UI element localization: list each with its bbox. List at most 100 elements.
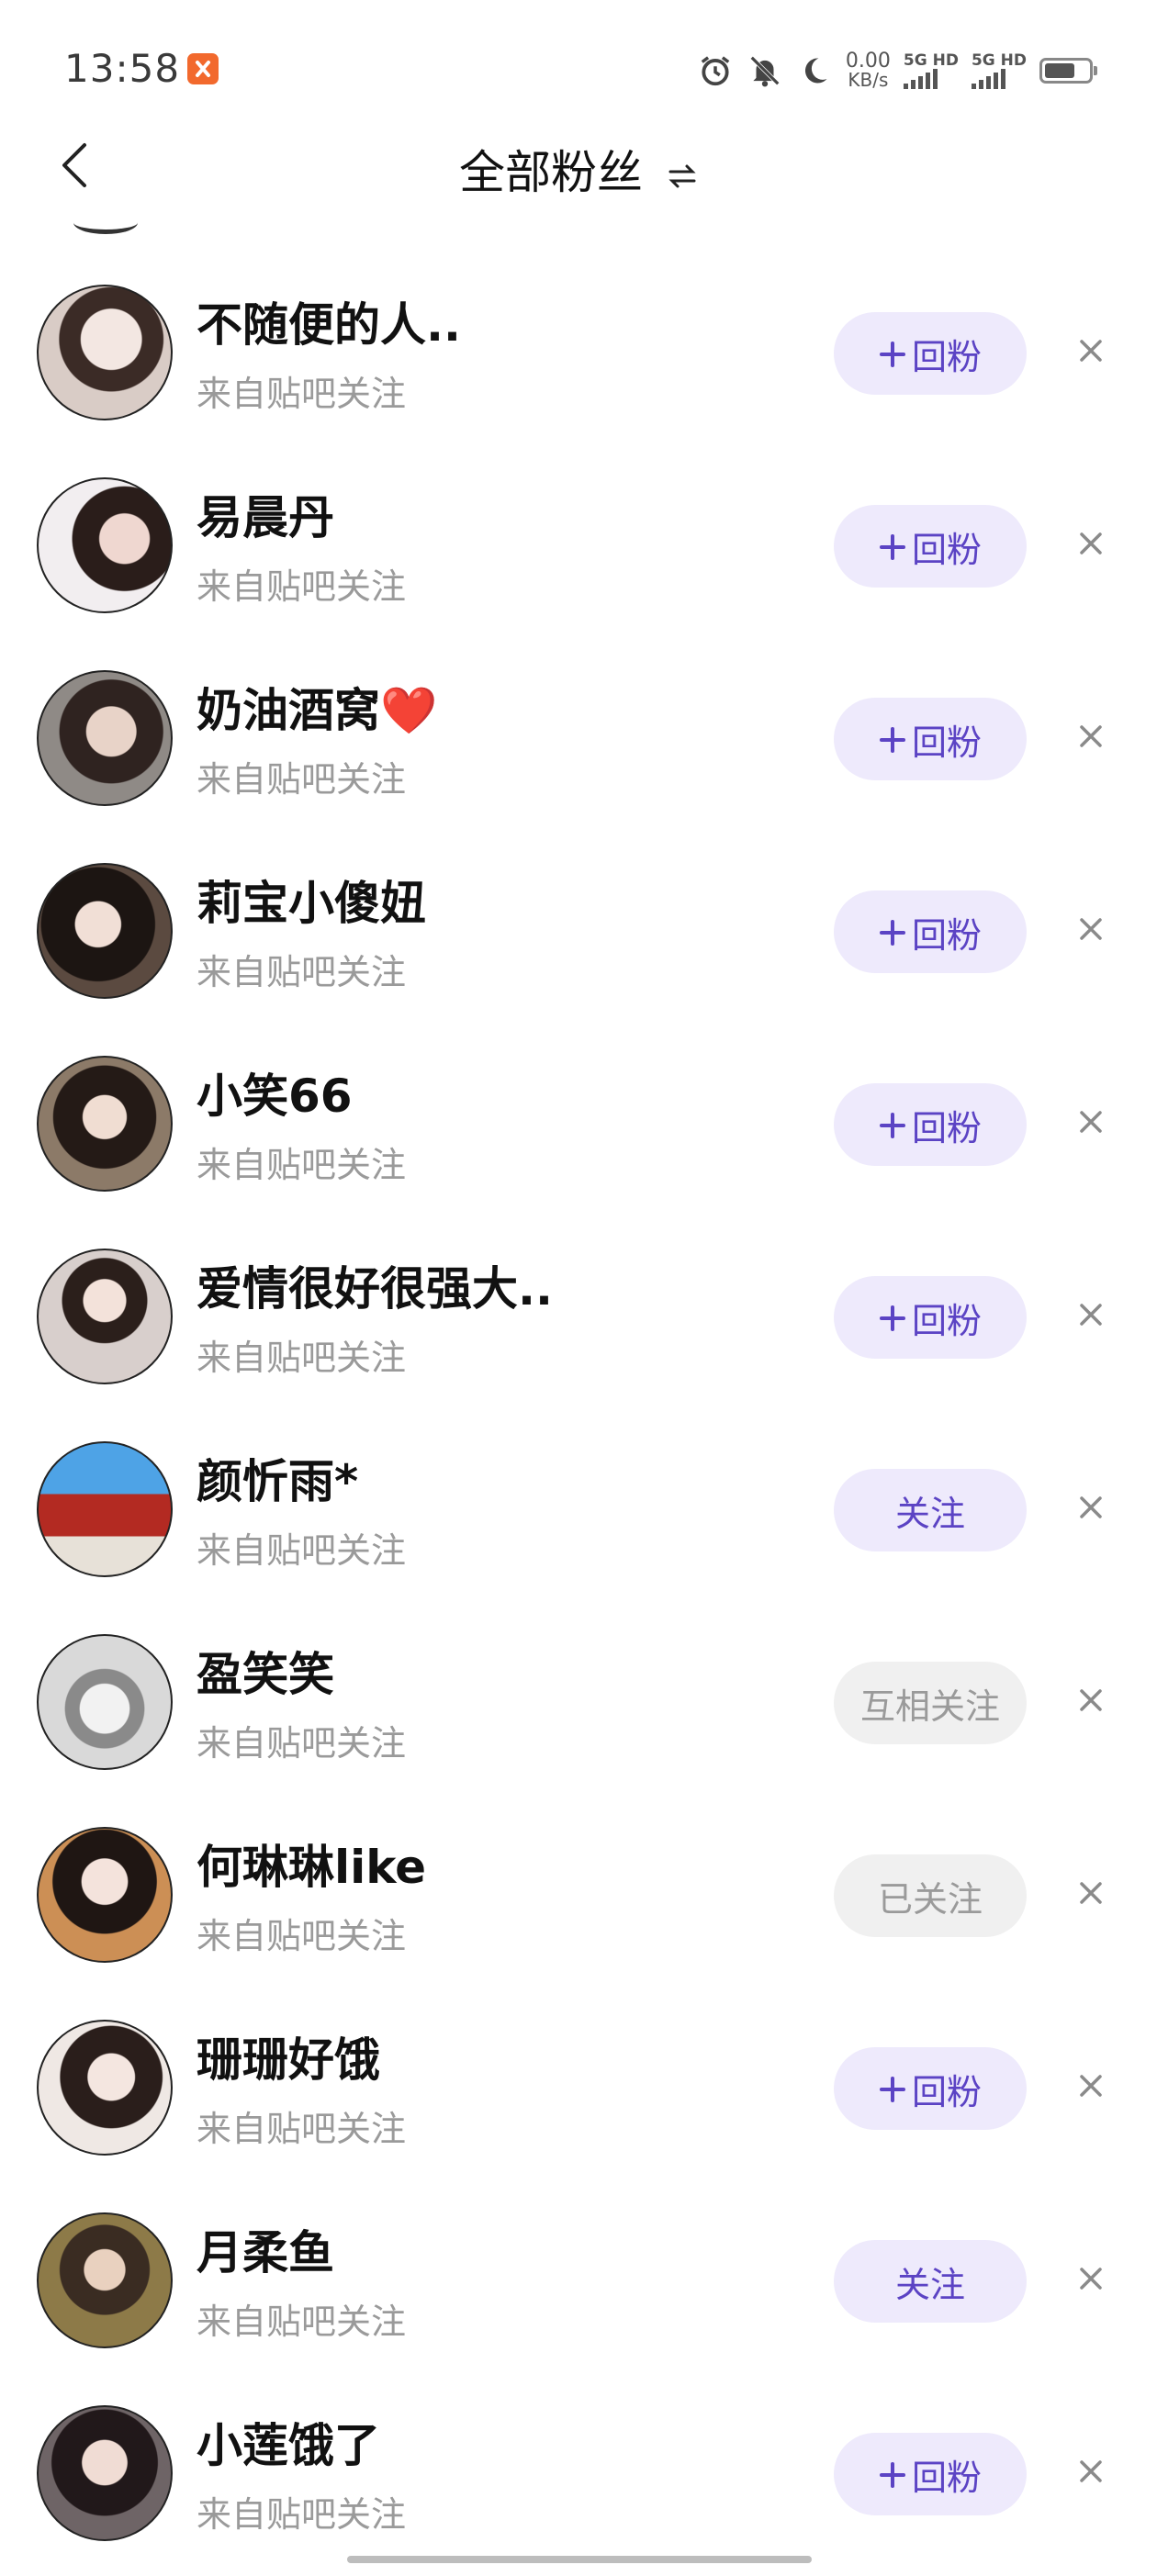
plus-icon	[879, 329, 906, 378]
fan-name[interactable]: 月柔鱼	[197, 2216, 334, 2282]
fan-source: 来自贴吧关注	[197, 1338, 407, 1378]
follow-back-button[interactable]: 回粉	[834, 1276, 1027, 1359]
avatar[interactable]	[37, 285, 173, 420]
fan-source: 来自贴吧关注	[197, 2494, 407, 2535]
fan-row[interactable]: 奶油酒窝❤️ 来自贴吧关注 回粉	[0, 648, 1157, 841]
plus-icon	[879, 1100, 906, 1149]
fan-row[interactable]: 何琳琳like 来自贴吧关注 已关注	[0, 1805, 1157, 1998]
fan-name[interactable]: 不随便的人..	[197, 288, 461, 354]
follow-button[interactable]: 关注	[834, 2240, 1027, 2323]
fan-row[interactable]: 月柔鱼来自贴吧关注 关注	[0, 2190, 1157, 2383]
avatar[interactable]	[37, 2020, 173, 2156]
fan-name[interactable]: 奶油酒窝❤️	[197, 674, 437, 740]
follow-back-button[interactable]: 回粉	[834, 505, 1027, 588]
plus-icon	[879, 1293, 906, 1342]
fan-row[interactable]: 易晨丹 来自贴吧关注 回粉	[0, 455, 1157, 648]
close-icon[interactable]	[1071, 1680, 1111, 1720]
close-icon[interactable]	[1071, 909, 1111, 949]
fan-row[interactable]: 盈笑笑来自贴吧关注 互相关注	[0, 1612, 1157, 1805]
close-icon[interactable]	[1071, 2258, 1111, 2299]
avatar[interactable]	[37, 1056, 173, 1192]
follow-button[interactable]: 关注	[834, 1469, 1027, 1551]
signal-2: 5G HD	[971, 51, 1027, 89]
avatar[interactable]	[37, 1827, 173, 1963]
close-icon[interactable]	[1071, 523, 1111, 564]
status-icons: 0.00 KB/s 5G HD 5G HD	[697, 48, 1097, 94]
alarm-icon	[697, 52, 734, 89]
follow-back-button[interactable]: 回粉	[834, 1083, 1027, 1166]
follow-back-button[interactable]: 回粉	[834, 312, 1027, 395]
battery-icon	[1039, 58, 1097, 84]
mute-bell-icon	[747, 52, 783, 89]
fan-row[interactable]: 珊珊好饿来自贴吧关注 回粉	[0, 1998, 1157, 2190]
close-icon[interactable]	[1071, 1873, 1111, 1913]
avatar[interactable]	[37, 670, 173, 806]
plus-icon	[879, 2064, 906, 2113]
button-label: 回粉	[911, 529, 982, 570]
battery-level	[1045, 63, 1074, 78]
follow-back-button[interactable]: 回粉	[834, 2047, 1027, 2130]
fan-source: 来自贴吧关注	[197, 2109, 407, 2149]
fan-name[interactable]: 爱情很好很强大..	[197, 1252, 553, 1318]
fan-row[interactable]: 不随便的人.. 来自贴吧关注 回粉	[0, 263, 1157, 455]
plus-icon	[879, 521, 906, 571]
fan-source: 来自贴吧关注	[197, 1916, 407, 1956]
signal-1-label: 5G HD	[903, 51, 959, 70]
avatar[interactable]	[37, 1634, 173, 1770]
button-label: 关注	[894, 2264, 965, 2305]
fan-name[interactable]: 小笑66	[197, 1059, 353, 1126]
close-icon[interactable]	[1071, 2066, 1111, 2106]
avatar[interactable]	[37, 477, 173, 613]
avatar[interactable]	[37, 863, 173, 999]
fan-name[interactable]: 小莲饿了	[197, 2409, 380, 2475]
header: 全部粉丝	[0, 119, 1157, 211]
fan-name[interactable]: 盈笑笑	[197, 1638, 334, 1704]
page-title-switcher[interactable]: 全部粉丝	[0, 136, 1157, 203]
follow-back-button[interactable]: 回粉	[834, 890, 1027, 973]
status-bar: 13:58 0.00 KB/s 5G HD 5G HD	[0, 0, 1157, 138]
button-label: 回粉	[911, 2071, 982, 2112]
plus-icon	[879, 2449, 906, 2499]
fan-name[interactable]: 珊珊好饿	[197, 2023, 380, 2089]
button-label: 互相关注	[859, 1686, 1000, 1727]
button-label: 回粉	[911, 1300, 982, 1341]
close-icon[interactable]	[1071, 1294, 1111, 1335]
fan-source: 来自贴吧关注	[197, 1723, 407, 1764]
followed-button[interactable]: 已关注	[834, 1854, 1027, 1937]
fan-name[interactable]: 颜忻雨*	[197, 1445, 358, 1511]
signal-2-label: 5G HD	[971, 51, 1027, 70]
avatar[interactable]	[37, 1441, 173, 1577]
fan-row[interactable]: 莉宝小傻妞来自贴吧关注 回粉	[0, 841, 1157, 1034]
fan-source: 来自贴吧关注	[197, 2302, 407, 2342]
follow-back-button[interactable]: 回粉	[834, 2433, 1027, 2515]
close-icon[interactable]	[1071, 1487, 1111, 1528]
fan-row[interactable]: 小笑66 来自贴吧关注 回粉	[0, 1034, 1157, 1226]
mutual-follow-button[interactable]: 互相关注	[834, 1662, 1027, 1744]
fan-name[interactable]: 何琳琳like	[197, 1831, 426, 1897]
home-indicator[interactable]	[347, 2556, 812, 2563]
button-label: 已关注	[877, 1878, 983, 1920]
avatar[interactable]	[37, 1249, 173, 1384]
moon-icon	[796, 52, 833, 89]
signal-bars-icon	[903, 69, 938, 89]
plus-icon	[879, 714, 906, 764]
avatar[interactable]	[37, 2212, 173, 2348]
fan-name[interactable]: 易晨丹	[197, 481, 334, 547]
swap-arrows-icon	[667, 150, 698, 203]
button-label: 关注	[894, 1493, 965, 1534]
fan-name[interactable]: 莉宝小傻妞	[197, 867, 426, 933]
fan-row[interactable]: 颜忻雨* 来自贴吧关注 关注	[0, 1419, 1157, 1612]
close-icon[interactable]	[1071, 1102, 1111, 1142]
network-speed: 0.00 KB/s	[846, 51, 891, 90]
close-icon[interactable]	[1071, 2451, 1111, 2492]
signal-1: 5G HD	[903, 51, 959, 89]
fan-row[interactable]: 小莲饿了来自贴吧关注 回粉	[0, 2383, 1157, 2576]
clock: 13:58	[64, 46, 181, 91]
close-icon[interactable]	[1071, 330, 1111, 371]
button-label: 回粉	[911, 914, 982, 956]
follow-back-button[interactable]: 回粉	[834, 698, 1027, 780]
fan-row[interactable]: 爱情很好很强大.. 来自贴吧关注 回粉	[0, 1226, 1157, 1419]
close-icon[interactable]	[1071, 716, 1111, 756]
fan-source: 来自贴吧关注	[197, 952, 407, 992]
avatar[interactable]	[37, 2405, 173, 2541]
